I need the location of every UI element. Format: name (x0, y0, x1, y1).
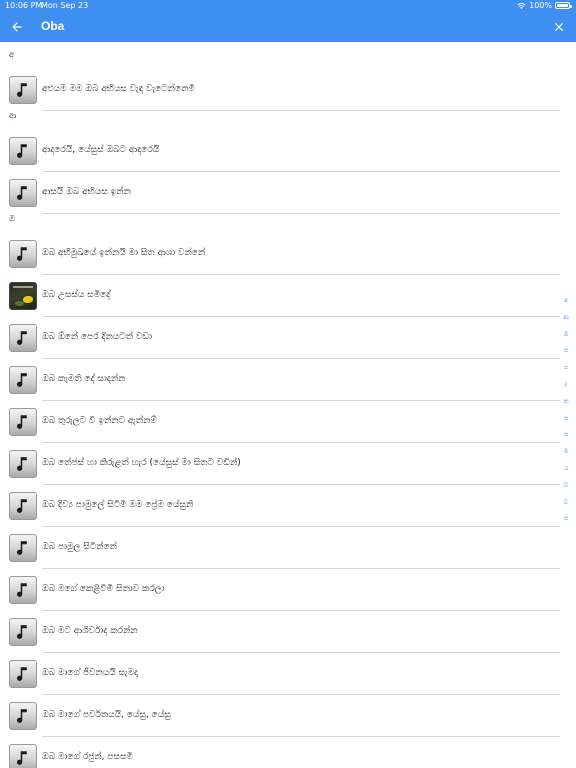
index-letter[interactable]: ව (562, 499, 570, 516)
song-row[interactable]: ඔබ මාගේ ජීවනයයි සැමදා (0, 653, 560, 695)
song-title: ඔබ ඕනේ පෙර දිනයටත් වඩා (42, 332, 152, 342)
alphabet-index-bar[interactable]: අආඔපගදතසපමයවවප (562, 297, 570, 532)
index-letter[interactable]: ව (562, 482, 570, 499)
status-right: 100% (517, 1, 572, 10)
song-row[interactable]: ආදරෙයි, යේසුස් ඔබට ආදරෙයි (0, 130, 560, 172)
music-note-icon (9, 408, 37, 436)
arrow-back-icon (12, 22, 22, 32)
song-row[interactable]: ඔබ අභිමුඛයේ ඉන්නයි මා සිත ආශා වන්නේ (0, 233, 560, 275)
song-title: ආදරෙයි, යේසුස් ඔබට ආදරෙයි (42, 145, 160, 155)
app-bar: Oba (0, 12, 576, 42)
song-row[interactable]: ඔබ මාගේ රජුන්, පසසමි (0, 737, 560, 768)
section-header: ඔ (9, 214, 15, 223)
index-letter[interactable]: ම (562, 448, 570, 465)
music-note-icon (9, 324, 37, 352)
index-letter[interactable]: ත (562, 398, 570, 415)
song-title: අඑයම මම ඔබ අභියස වැඳ වැටෙන්නෙමි (42, 84, 195, 94)
song-title: ඔබ මගේ කෙළිවිමි සිතාව කරලා (42, 584, 165, 594)
music-note-icon (9, 137, 37, 165)
song-title: ඔබ තේජස් හා කිරුළත් හැර (යේසුස් මා සිතට … (42, 458, 241, 468)
status-time: 10:06 PM (5, 1, 43, 10)
song-row[interactable]: ඔබ මගේ කෙළිවිමි සිතාව කරලා (0, 569, 560, 611)
song-title: ඔබ කැමති දේ සාදන්න (42, 374, 126, 384)
battery-percent: 100% (529, 1, 552, 10)
music-note-icon (9, 450, 37, 478)
song-row[interactable]: අඑයම මම ඔබ අභියස වැඳ වැටෙන්නෙමි (0, 69, 560, 111)
song-row[interactable]: ආසයි ඔබ අභියස ඉන්න (0, 172, 560, 214)
status-bar: 10:06 PM Mon Sep 23 100% (0, 0, 576, 12)
song-title: ඔබ පාමුල සිටින්නේ (42, 542, 117, 552)
index-letter[interactable]: අ (562, 297, 570, 314)
music-note-icon (9, 492, 37, 520)
music-note-icon (9, 660, 37, 688)
music-note-icon (9, 744, 37, 768)
index-letter[interactable]: ප (562, 515, 570, 532)
index-letter[interactable]: ප (562, 347, 570, 364)
battery-icon (555, 2, 572, 9)
song-row[interactable]: ඔබ කැමති දේ සාදන්න (0, 359, 560, 401)
song-title: ඔබ අභිමුඛයේ ඉන්නයි මා සිත ආශා වන්නේ (42, 248, 206, 258)
song-row[interactable]: ඔබ මට ආශිර්වාද කරන්න (0, 611, 560, 653)
index-letter[interactable]: ප (562, 431, 570, 448)
music-note-icon (9, 702, 37, 730)
song-title: ඔබ උසස්ය සමිදේ (42, 290, 111, 300)
close-icon (554, 22, 564, 32)
song-title: ඔබ මාගේ රජුන්, පසසමි (42, 752, 133, 762)
song-row[interactable]: ඔබ දිව්‍ය පාමුලේ සිටිමි මම ප්‍රේම යේසුනි (0, 485, 560, 527)
song-title: ඔබ මාගේ පර්වතයයි, යේසු, යේසු (42, 710, 171, 720)
song-row[interactable]: ඔබ මාගේ පර්වතයයි, යේසු, යේසු (0, 695, 560, 737)
app-header: 10:06 PM Mon Sep 23 100% Oba (0, 0, 576, 42)
close-button[interactable] (548, 16, 570, 38)
index-letter[interactable]: ආ (562, 314, 570, 331)
music-note-icon (9, 618, 37, 646)
song-title: ඔබ මාගේ ජීවනයයි සැමදා (42, 668, 138, 678)
music-note-icon (9, 179, 37, 207)
wifi-icon (517, 2, 526, 9)
music-note-icon (9, 76, 37, 104)
row-divider (42, 110, 560, 111)
music-note-icon (9, 240, 37, 268)
index-letter[interactable]: ඔ (562, 331, 570, 348)
song-title: ඔබ දිව්‍ය පාමුලේ සිටිමි මම ප්‍රේම යේසුනි (42, 500, 194, 510)
song-title: ඔබ මට ආශිර්වාද කරන්න (42, 626, 138, 636)
page-title: Oba (41, 19, 65, 33)
music-note-icon (9, 366, 37, 394)
song-title: ආසයි ඔබ අභියස ඉන්න (42, 187, 131, 197)
index-letter[interactable]: ස (562, 415, 570, 432)
back-button[interactable] (6, 16, 28, 38)
section-header: ආ (9, 111, 17, 120)
song-row[interactable]: ඔබ ඕනේ පෙර දිනයටත් වඩා (0, 317, 560, 359)
song-row[interactable]: ඔබ තේජස් හා කිරුළත් හැර (යේසුස් මා සිතට … (0, 443, 560, 485)
song-row[interactable]: ඔබ උසස්ය සමිදේ (0, 275, 560, 317)
song-row[interactable]: ඔබ පාමුල සිටින්නේ (0, 527, 560, 569)
index-letter[interactable]: ද (562, 381, 570, 398)
section-header: අ (9, 50, 14, 59)
status-date: Mon Sep 23 (41, 1, 89, 10)
album-art-thumbnail (9, 282, 37, 310)
row-divider (42, 213, 560, 214)
song-title: ඔබ තුරුලට වී ඉන්නට ඇත්නම් (42, 416, 157, 426)
music-note-icon (9, 534, 37, 562)
music-note-icon (9, 576, 37, 604)
index-letter[interactable]: ය (562, 465, 570, 482)
song-row[interactable]: ඔබ තුරුලට වී ඉන්නට ඇත්නම් (0, 401, 560, 443)
index-letter[interactable]: ග (562, 364, 570, 381)
